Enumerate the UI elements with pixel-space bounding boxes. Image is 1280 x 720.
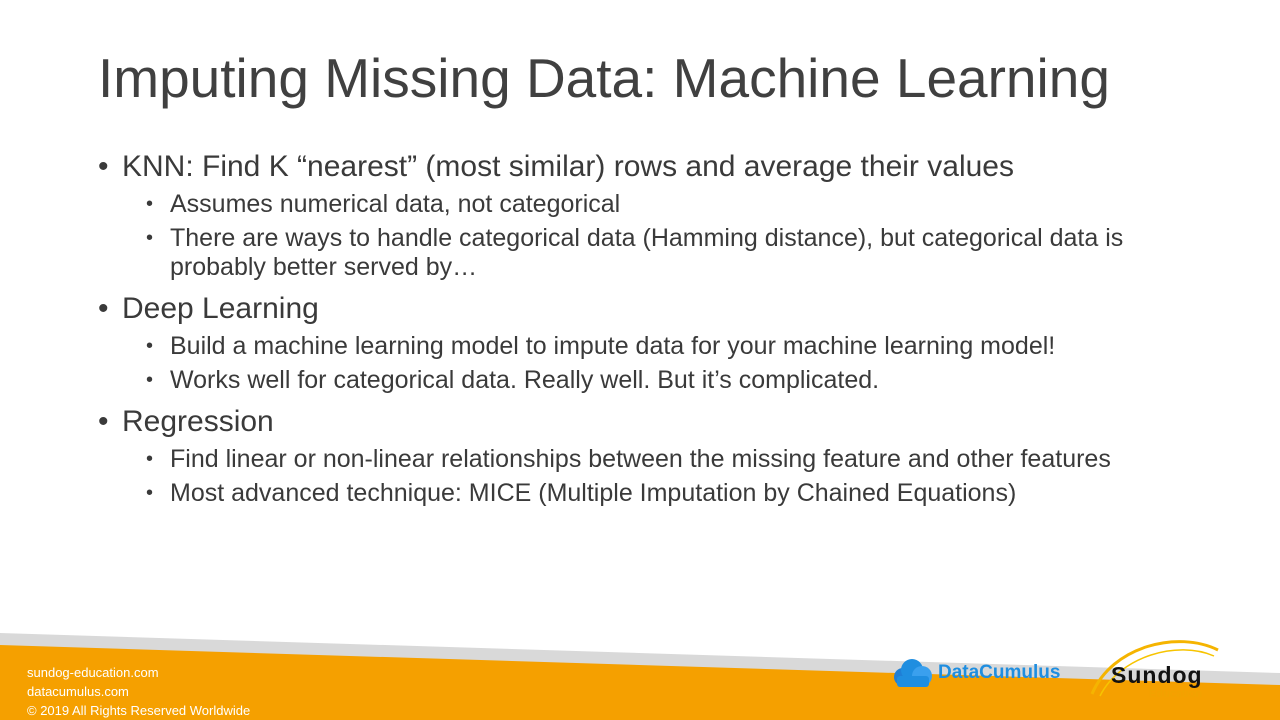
- bullet-knn: • KNN: Find K “nearest” (most similar) ro…: [98, 150, 1014, 183]
- bullet-deep-learning: • Deep Learning: [98, 292, 319, 325]
- sundog-logo-text: Sundog: [1111, 662, 1203, 688]
- sub-bullet: • There are ways to handle categorical da…: [146, 224, 1124, 281]
- sub-bullet: • Assumes numerical data, not categorical: [146, 190, 621, 218]
- sub-bullet: • Most advanced technique: MICE (Multiple…: [146, 479, 1017, 507]
- footer-copyright: © 2019 All Rights Reserved Worldwide: [27, 703, 251, 718]
- footer-text: sundog-education.com datacumulus.com © 2…: [27, 663, 250, 720]
- cloud-icon: [894, 659, 932, 687]
- bullet-list: • KNN: Find K “nearest” (most similar) ro…: [98, 150, 1198, 508]
- bullet-regression: • Regression: [98, 405, 274, 438]
- footer-link-datacumulus[interactable]: datacumulus.com: [27, 682, 250, 701]
- slide-title: Imputing Missing Data: Machine Learning: [98, 47, 1110, 109]
- datacumulus-logo: DataCumulus: [890, 656, 1060, 690]
- sub-bullet: • Works well for categorical data. Really…: [146, 366, 880, 394]
- datacumulus-logo-text: DataCumulus: [938, 662, 1061, 683]
- sundog-logo-subtext: Education: [1149, 688, 1203, 700]
- footer-link-sundog[interactable]: sundog-education.com: [27, 663, 250, 682]
- sub-bullet: • Build a machine learning model to imput…: [146, 332, 1056, 360]
- sub-bullet: • Find linear or non-linear relationships…: [146, 445, 1111, 473]
